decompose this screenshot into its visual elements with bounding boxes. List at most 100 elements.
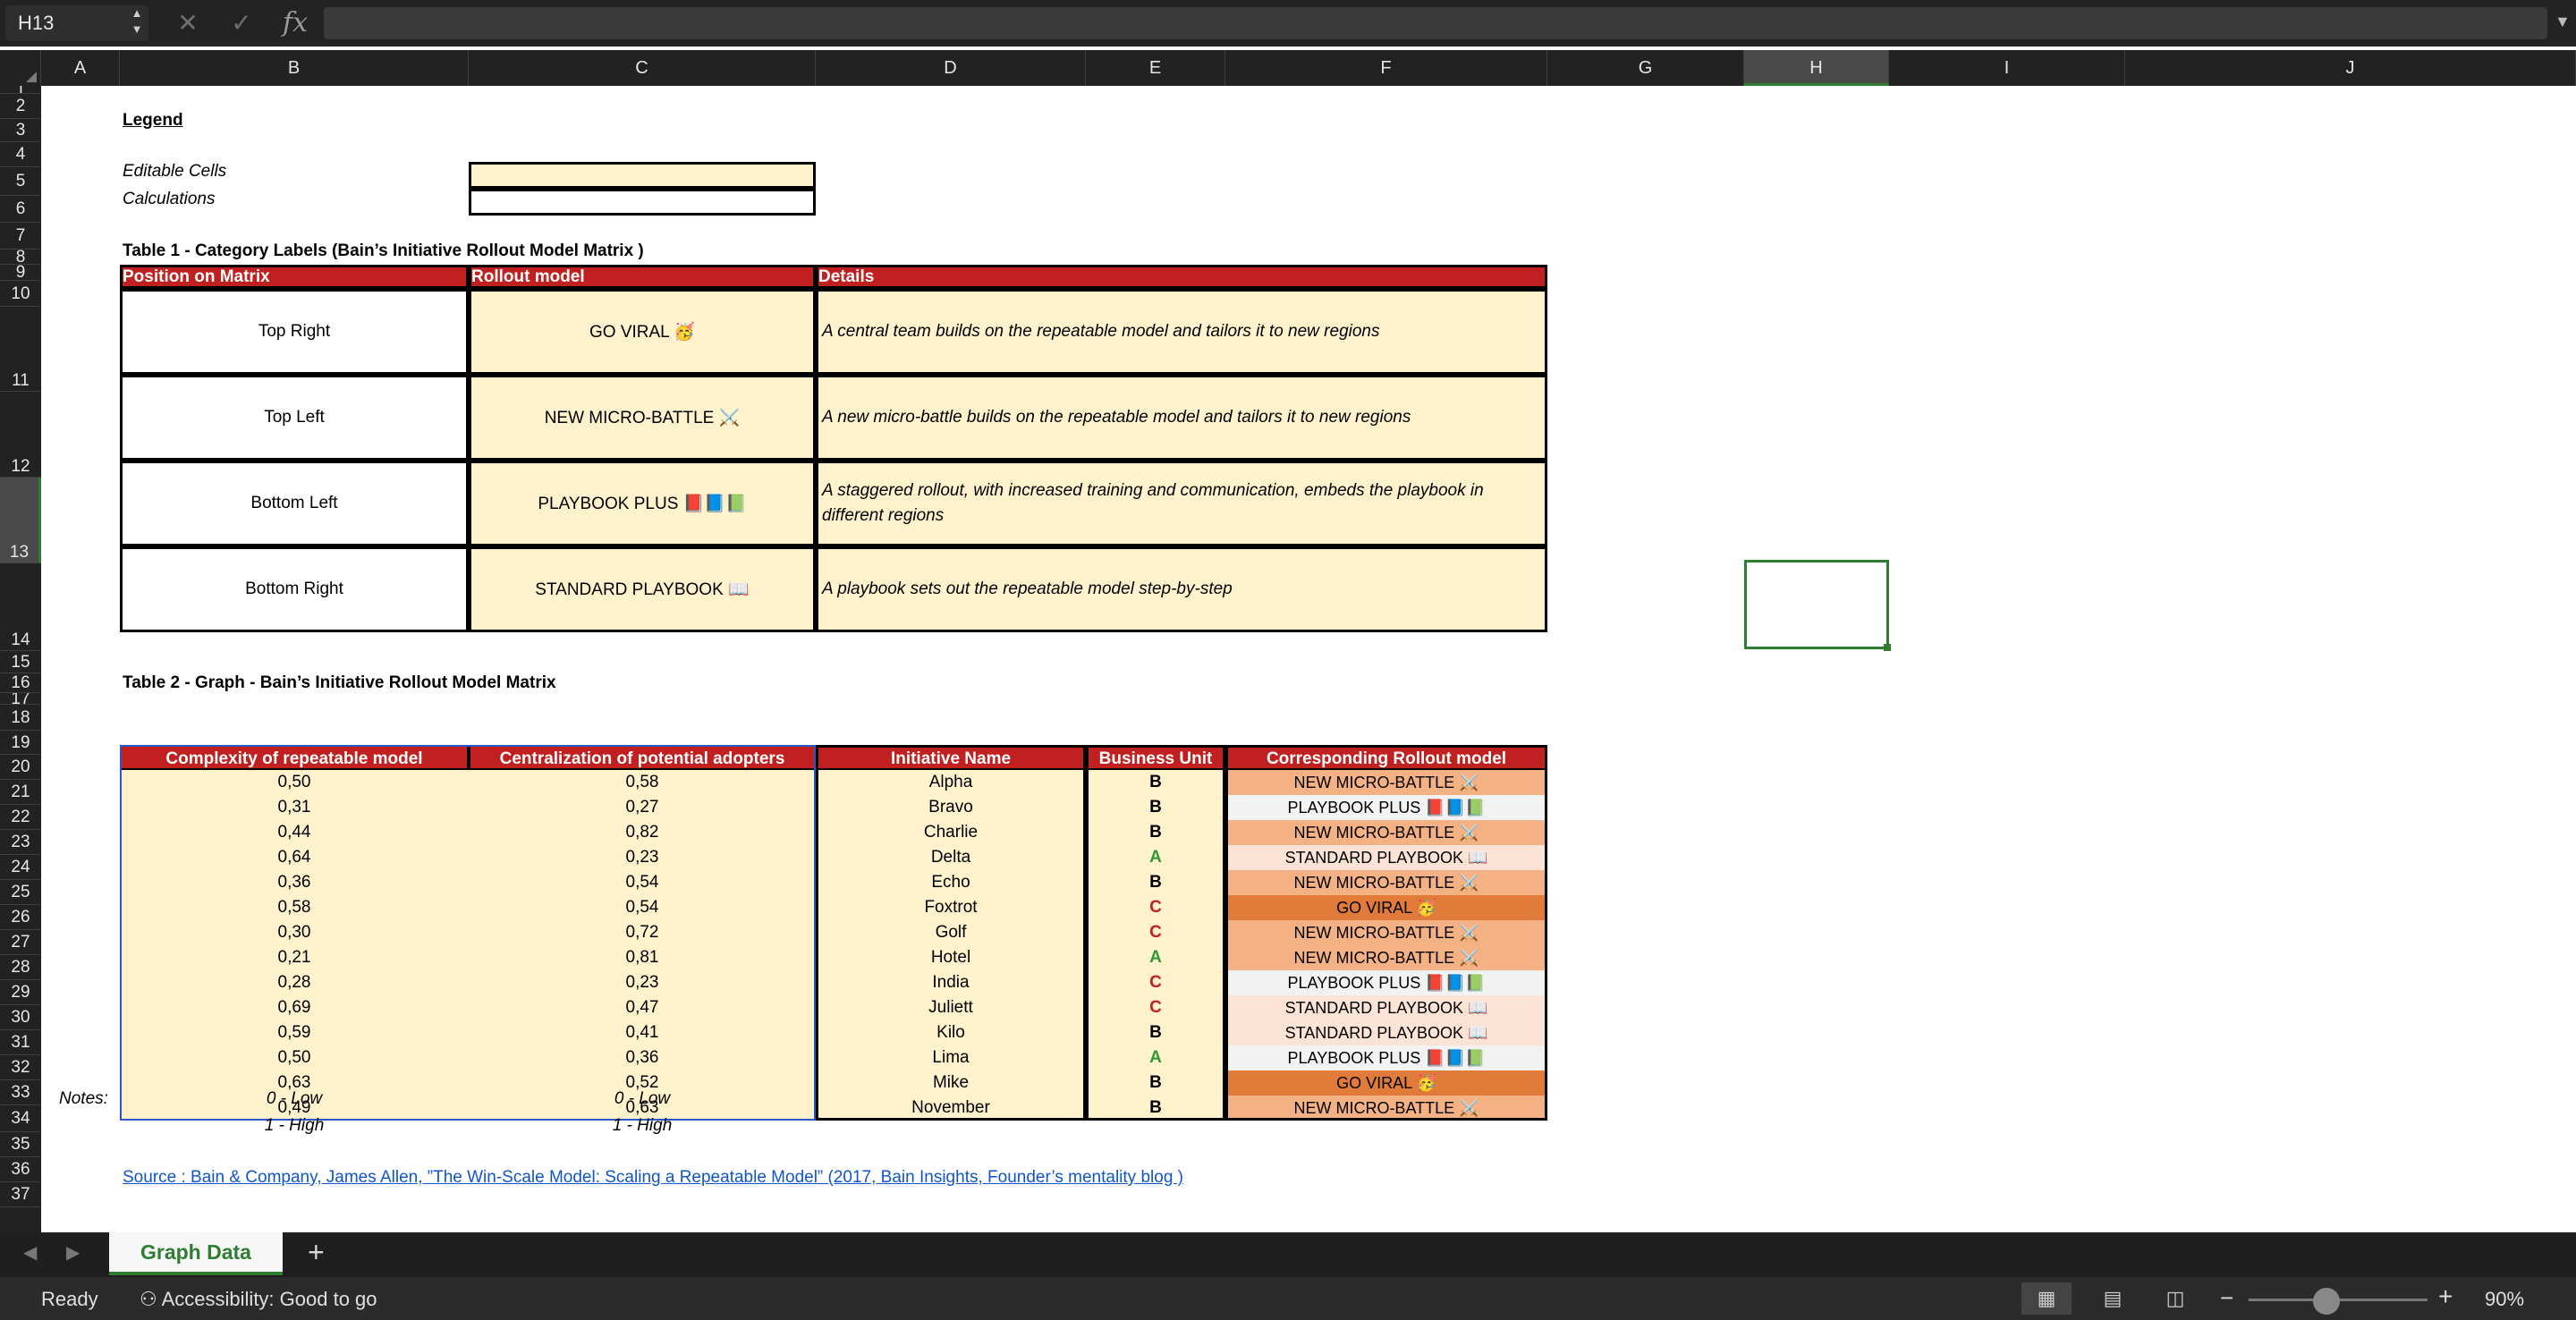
row-header-10[interactable]: 10	[0, 281, 41, 307]
cancel-icon[interactable]: ✕	[170, 5, 206, 41]
row-header-11[interactable]: 11	[0, 307, 41, 392]
row-header-36[interactable]: 36	[0, 1157, 41, 1182]
legend-editable-swatch[interactable]	[469, 162, 816, 189]
row-header-22[interactable]: 22	[0, 805, 41, 830]
formula-input[interactable]	[324, 7, 2547, 39]
zoom-level[interactable]: 90%	[2485, 1288, 2524, 1311]
row-header-18[interactable]: 18	[0, 705, 41, 731]
confirm-icon[interactable]: ✓	[224, 5, 259, 41]
legend-title: Legend	[123, 111, 183, 130]
row-header-3[interactable]: 3	[0, 119, 41, 142]
column-header-c[interactable]: C	[469, 50, 816, 86]
row-header-30[interactable]: 30	[0, 1005, 41, 1030]
chevron-down-icon[interactable]: ▼	[2555, 13, 2571, 31]
name-box-stepper-icon[interactable]: ▲ ▼	[127, 5, 147, 41]
table1-cell-position[interactable]: Top Left	[120, 375, 469, 461]
row-header-21[interactable]: 21	[0, 780, 41, 805]
table1-cell-details[interactable]: A central team builds on the repeatable …	[816, 289, 1547, 375]
table1-cell-rollout-model[interactable]: PLAYBOOK PLUS 📕📘📗	[469, 461, 816, 546]
row-header-6[interactable]: 6	[0, 196, 41, 223]
spreadsheet-grid[interactable]: ABCDEFGHIJ 12345678910111213141516171819…	[0, 50, 2576, 1232]
zoom-in-icon[interactable]: +	[2438, 1282, 2453, 1311]
zoom-out-icon[interactable]: −	[2220, 1284, 2233, 1312]
table1-cell-position[interactable]: Top Right	[120, 289, 469, 375]
row-header-35[interactable]: 35	[0, 1132, 41, 1157]
row-header-9[interactable]: 9	[0, 265, 41, 281]
row-header-20[interactable]: 20	[0, 755, 41, 780]
table1-cell-position[interactable]: Bottom Right	[120, 546, 469, 632]
add-sheet-icon[interactable]: +	[308, 1236, 325, 1269]
table2-column-border	[816, 745, 1086, 1121]
table1-cell-details[interactable]: A new micro-battle builds on the repeata…	[816, 375, 1547, 461]
column-header-b[interactable]: B	[120, 50, 469, 86]
accessibility-status[interactable]: ⚇ Accessibility: Good to go	[140, 1288, 377, 1311]
row-header-31[interactable]: 31	[0, 1030, 41, 1055]
row-header-28[interactable]: 28	[0, 955, 41, 980]
accessibility-icon: ⚇	[140, 1288, 162, 1310]
table1-cell-rollout-model[interactable]: NEW MICRO-BATTLE ⚔️	[469, 375, 816, 461]
column-headers: ABCDEFGHIJ	[0, 50, 2576, 86]
row-header-13[interactable]: 13	[0, 478, 41, 563]
row-header-27[interactable]: 27	[0, 930, 41, 955]
table1-cell-position[interactable]: Bottom Left	[120, 461, 469, 546]
page-layout-view-icon[interactable]: ▤	[2088, 1282, 2138, 1315]
row-header-12[interactable]: 12	[0, 392, 41, 478]
row-header-33[interactable]: 33	[0, 1080, 41, 1105]
selection-range[interactable]	[120, 745, 816, 1121]
table1-cell-rollout-model[interactable]: GO VIRAL 🥳	[469, 289, 816, 375]
row-header-15[interactable]: 15	[0, 651, 41, 673]
column-header-a[interactable]: A	[41, 50, 120, 86]
row-header-8[interactable]: 8	[0, 250, 41, 265]
tab-scroll-left-icon[interactable]: ◀	[23, 1241, 37, 1264]
row-header-34[interactable]: 34	[0, 1105, 41, 1132]
table1-cell-details[interactable]: A playbook sets out the repeatable model…	[816, 546, 1547, 632]
column-header-g[interactable]: G	[1547, 50, 1744, 86]
legend-calculations-swatch[interactable]	[469, 189, 816, 216]
row-header-16[interactable]: 16	[0, 673, 41, 693]
column-header-i[interactable]: I	[1889, 50, 2125, 86]
row-header-26[interactable]: 26	[0, 905, 41, 930]
status-ready: Ready	[41, 1288, 98, 1310]
row-header-23[interactable]: 23	[0, 830, 41, 855]
row-header-14[interactable]: 14	[0, 563, 41, 651]
row-header-2[interactable]: 2	[0, 94, 41, 119]
column-header-j[interactable]: J	[2125, 50, 2576, 86]
tab-scroll-right-icon[interactable]: ▶	[66, 1241, 80, 1264]
page-break-view-icon[interactable]: ◫	[2150, 1282, 2200, 1315]
normal-view-icon[interactable]: ▦	[2021, 1282, 2072, 1315]
table1-header-details: Details	[816, 265, 1547, 289]
column-header-e[interactable]: E	[1086, 50, 1225, 86]
sheet-tab-graph-data[interactable]: Graph Data	[109, 1232, 283, 1275]
row-header-24[interactable]: 24	[0, 855, 41, 880]
column-header-h[interactable]: H	[1744, 50, 1889, 86]
notes-low-c: 0 - Low	[614, 1089, 671, 1108]
formula-bar: H13 ▲ ▼ ✕ ✓ fx ▼	[0, 0, 2576, 47]
row-header-25[interactable]: 25	[0, 880, 41, 905]
row-header-7[interactable]: 7	[0, 223, 41, 250]
row-header-29[interactable]: 29	[0, 980, 41, 1005]
sheet-tab-bar: ◀ ▶ Graph Data +	[0, 1232, 2576, 1277]
column-header-d[interactable]: D	[816, 50, 1086, 86]
row-header-32[interactable]: 32	[0, 1055, 41, 1080]
row-header-1[interactable]: 1	[0, 86, 41, 94]
row-header-4[interactable]: 4	[0, 142, 41, 167]
fx-icon[interactable]: fx	[277, 5, 313, 41]
column-header-f[interactable]: F	[1225, 50, 1547, 86]
zoom-slider-thumb[interactable]	[2313, 1288, 2340, 1315]
row-header-19[interactable]: 19	[0, 731, 41, 755]
table1-cell-rollout-model[interactable]: STANDARD PLAYBOOK 📖	[469, 546, 816, 632]
row-header-17[interactable]: 17	[0, 693, 41, 705]
table1-header-model: Rollout model	[469, 265, 816, 289]
notes-high-c: 1 - High	[612, 1116, 673, 1135]
row-header-5[interactable]: 5	[0, 167, 41, 196]
source-link[interactable]: Source : Bain & Company, James Allen, ”T…	[123, 1168, 1183, 1188]
table1-header-position: Position on Matrix	[120, 265, 469, 289]
selected-cell-h13[interactable]	[1744, 560, 1889, 649]
status-bar: Ready ⚇ Accessibility: Good to go ▦ ▤ ◫ …	[0, 1277, 2576, 1320]
row-header-37[interactable]: 37	[0, 1182, 41, 1207]
notes-label: Notes:	[59, 1089, 108, 1108]
fill-handle[interactable]	[1884, 644, 1891, 651]
table2-column-border	[1086, 745, 1225, 1121]
select-all-button[interactable]	[0, 50, 41, 86]
table1-cell-details[interactable]: A staggered rollout, with increased trai…	[816, 461, 1547, 546]
